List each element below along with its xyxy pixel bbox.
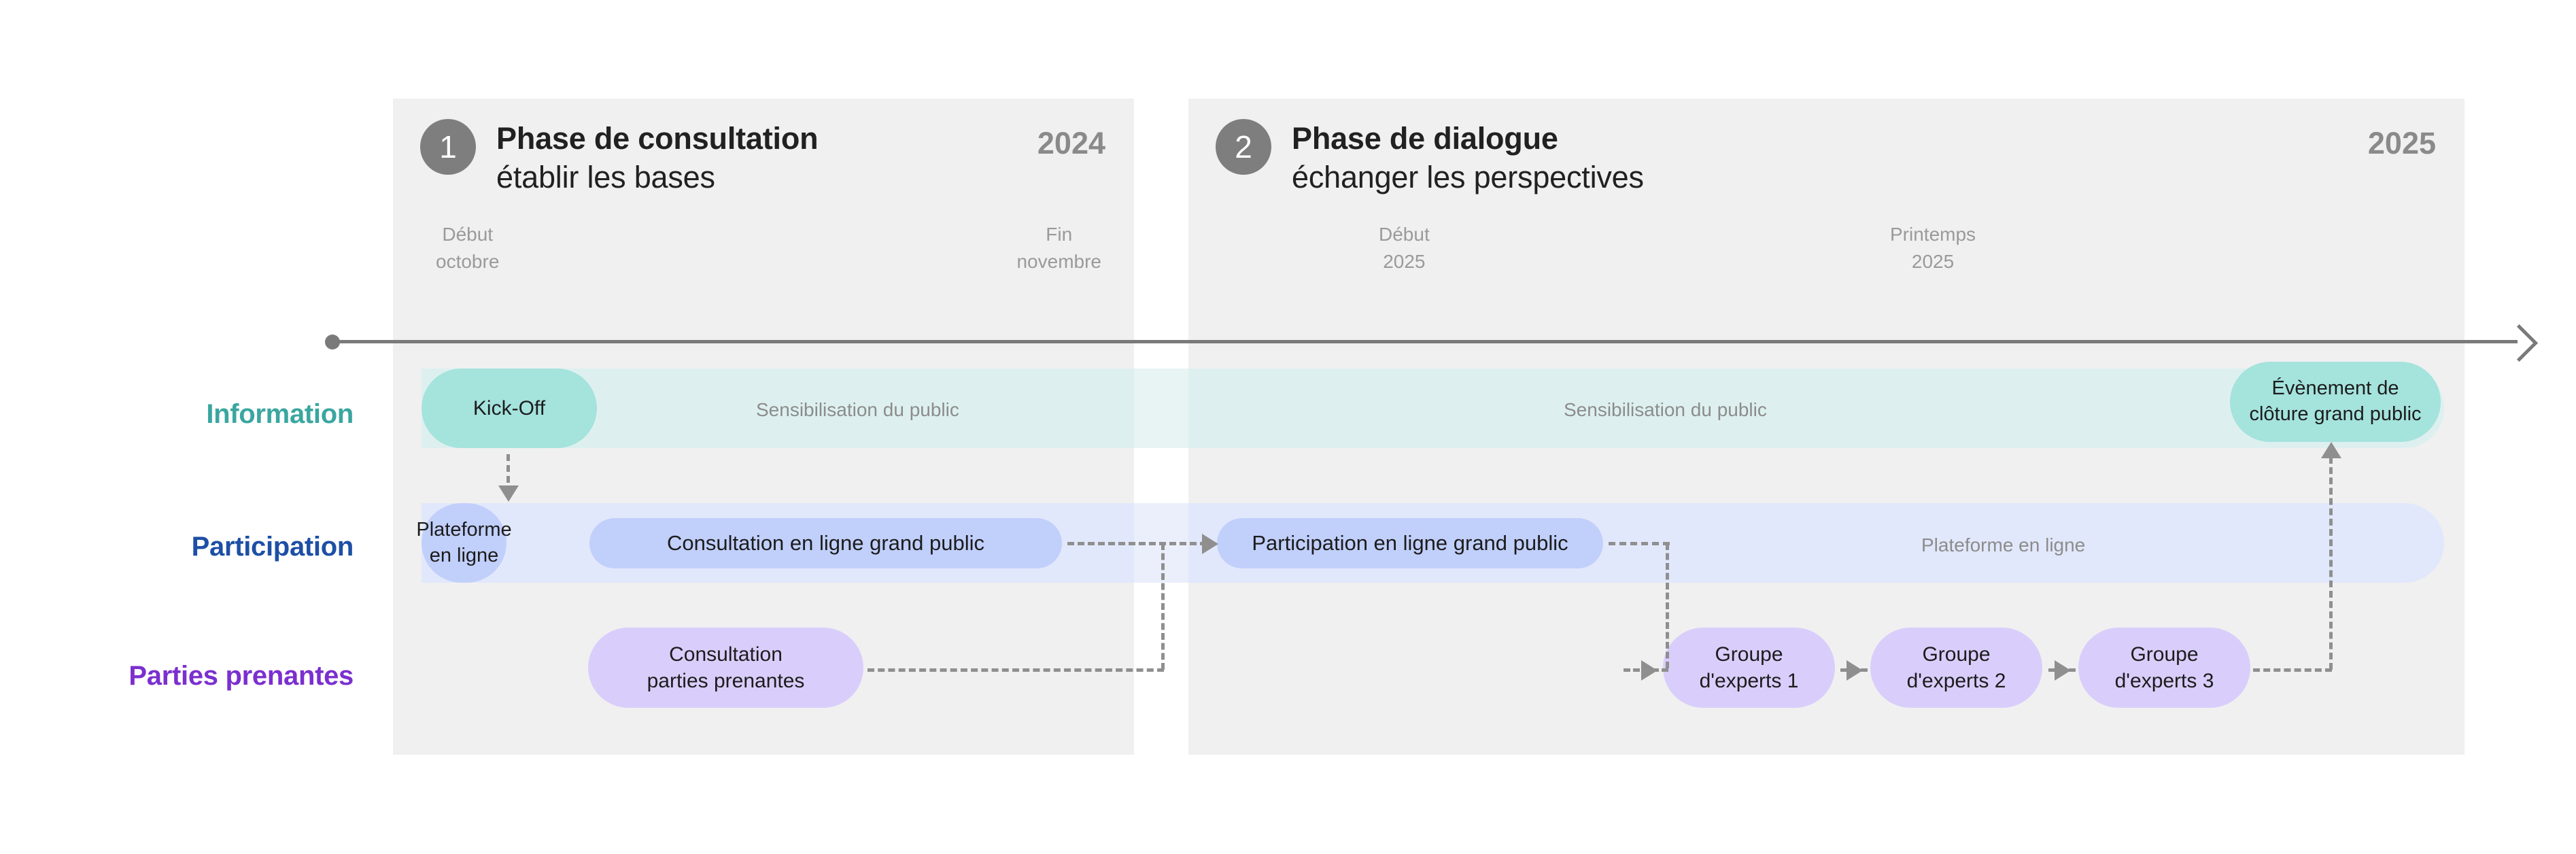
phase-1-end-date-line2: novembre (1016, 250, 1101, 272)
phase-2-end-date-line1: Printemps (1890, 224, 1976, 245)
pill-consultation-parties-line1: Consultation (669, 643, 783, 666)
pill-evenement-cloture[interactable]: Évènement de clôture grand public (2230, 362, 2441, 442)
phase-2-start-date: Début 2025 (1379, 221, 1430, 275)
phase-1-end-date-line1: Fin (1046, 224, 1073, 245)
phase-2-title: Phase de dialogue (1292, 121, 1558, 156)
arrow-right-icon-experts-1 (1641, 660, 1658, 681)
connector-parties-to-participation-v (1161, 543, 1165, 670)
connector-parties-to-participation-h (868, 668, 1164, 672)
row-label-participation-wrap: Participation (0, 532, 354, 562)
row-label-parties-prenantes-wrap: Parties prenantes (0, 661, 354, 691)
pill-groupe-experts-1-line2: d'experts 1 (1699, 670, 1799, 692)
pill-plateforme-line1: Plateforme (416, 519, 512, 541)
pill-participation-en-ligne[interactable]: Participation en ligne grand public (1217, 518, 1603, 568)
band-caption-sensibilisation-phase1: Sensibilisation du public (756, 399, 959, 420)
phase-2-end-date: Printemps 2025 (1890, 221, 1976, 275)
pill-evenement-cloture-line1: Évènement de (2271, 377, 2399, 400)
phase-2-end-date-line2: 2025 (1911, 250, 1955, 272)
phase-1-start-date-line1: Début (442, 224, 494, 245)
pill-consultation-parties-line2: parties prenantes (647, 670, 805, 692)
phase-2-start-date-line2: 2025 (1383, 250, 1426, 272)
pill-groupe-experts-3-line1: Groupe (2130, 643, 2199, 666)
pill-plateforme-line2: en ligne (429, 544, 499, 566)
arrow-down-icon-kickoff (498, 485, 519, 502)
pill-groupe-experts-2[interactable]: Groupe d'experts 2 (1870, 628, 2042, 708)
connector-participation-to-experts-v (1666, 543, 1669, 668)
connector-experts3-to-evenement-v (2329, 457, 2333, 670)
connector-consultation-to-participation (1067, 542, 1207, 545)
band-caption-plateforme-phase2: Plateforme en ligne (1921, 534, 2086, 556)
phase-2-header: 2 Phase de dialogue échanger les perspec… (1216, 119, 1644, 196)
phase-2-subtitle: échanger les perspectives (1292, 160, 1644, 195)
pill-groupe-experts-1-line1: Groupe (1715, 643, 1783, 666)
phase-1-title: Phase de consultation (496, 121, 819, 156)
row-label-participation: Participation (191, 532, 354, 562)
pill-kick-off[interactable]: Kick-Off (422, 369, 597, 448)
phase-1-number-badge: 1 (420, 119, 476, 175)
phase-1-header: 1 Phase de consultation établir les base… (420, 119, 819, 196)
phase-1-subtitle: établir les bases (496, 160, 715, 195)
row-label-parties-prenantes: Parties prenantes (128, 661, 354, 691)
arrow-right-icon-participation (1202, 534, 1218, 554)
phase-2-number-badge: 2 (1216, 119, 1271, 175)
phase-2-titles: Phase de dialogue échanger les perspecti… (1292, 119, 1644, 196)
timeline-arrow-icon (2500, 324, 2539, 362)
pill-groupe-experts-2-line2: d'experts 2 (1906, 670, 2006, 692)
row-label-information-wrap: Information (0, 399, 354, 430)
pill-evenement-cloture-line2: clôture grand public (2249, 403, 2422, 425)
arrow-up-icon-evenement (2321, 442, 2341, 458)
phase-1-start-date-line2: octobre (436, 250, 500, 272)
phase-2-year: 2025 (2367, 126, 2436, 160)
timeline-diagram: 1 Phase de consultation établir les base… (0, 0, 2576, 854)
band-information-gap (1134, 369, 1188, 448)
pill-groupe-experts-3[interactable]: Groupe d'experts 3 (2078, 628, 2250, 708)
pill-plateforme-en-ligne[interactable]: Plateforme en ligne (416, 503, 512, 583)
pill-groupe-experts-3-line2: d'experts 3 (2114, 670, 2214, 692)
arrow-right-icon-experts-2 (1847, 660, 1863, 681)
timeline-axis-line (333, 340, 2518, 343)
connector-experts3-to-evenement-h (2253, 668, 2332, 672)
pill-groupe-experts-2-line1: Groupe (1922, 643, 1991, 666)
pill-consultation-parties-prenantes[interactable]: Consultation parties prenantes (588, 628, 863, 708)
band-caption-sensibilisation-phase2: Sensibilisation du public (1564, 399, 1767, 420)
row-label-information: Information (206, 399, 354, 429)
phase-1-end-date: Fin novembre (1016, 221, 1101, 275)
phase-1-start-date: Début octobre (436, 221, 499, 275)
phase-1-titles: Phase de consultation établir les bases (496, 119, 819, 196)
phase-2-start-date-line1: Début (1379, 224, 1430, 245)
pill-groupe-experts-1[interactable]: Groupe d'experts 1 (1663, 628, 1835, 708)
connector-participation-to-experts-h1 (1609, 542, 1670, 545)
arrow-right-icon-experts-3 (2055, 660, 2071, 681)
phase-1-year: 2024 (1037, 126, 1105, 160)
pill-consultation-en-ligne[interactable]: Consultation en ligne grand public (589, 518, 1062, 568)
